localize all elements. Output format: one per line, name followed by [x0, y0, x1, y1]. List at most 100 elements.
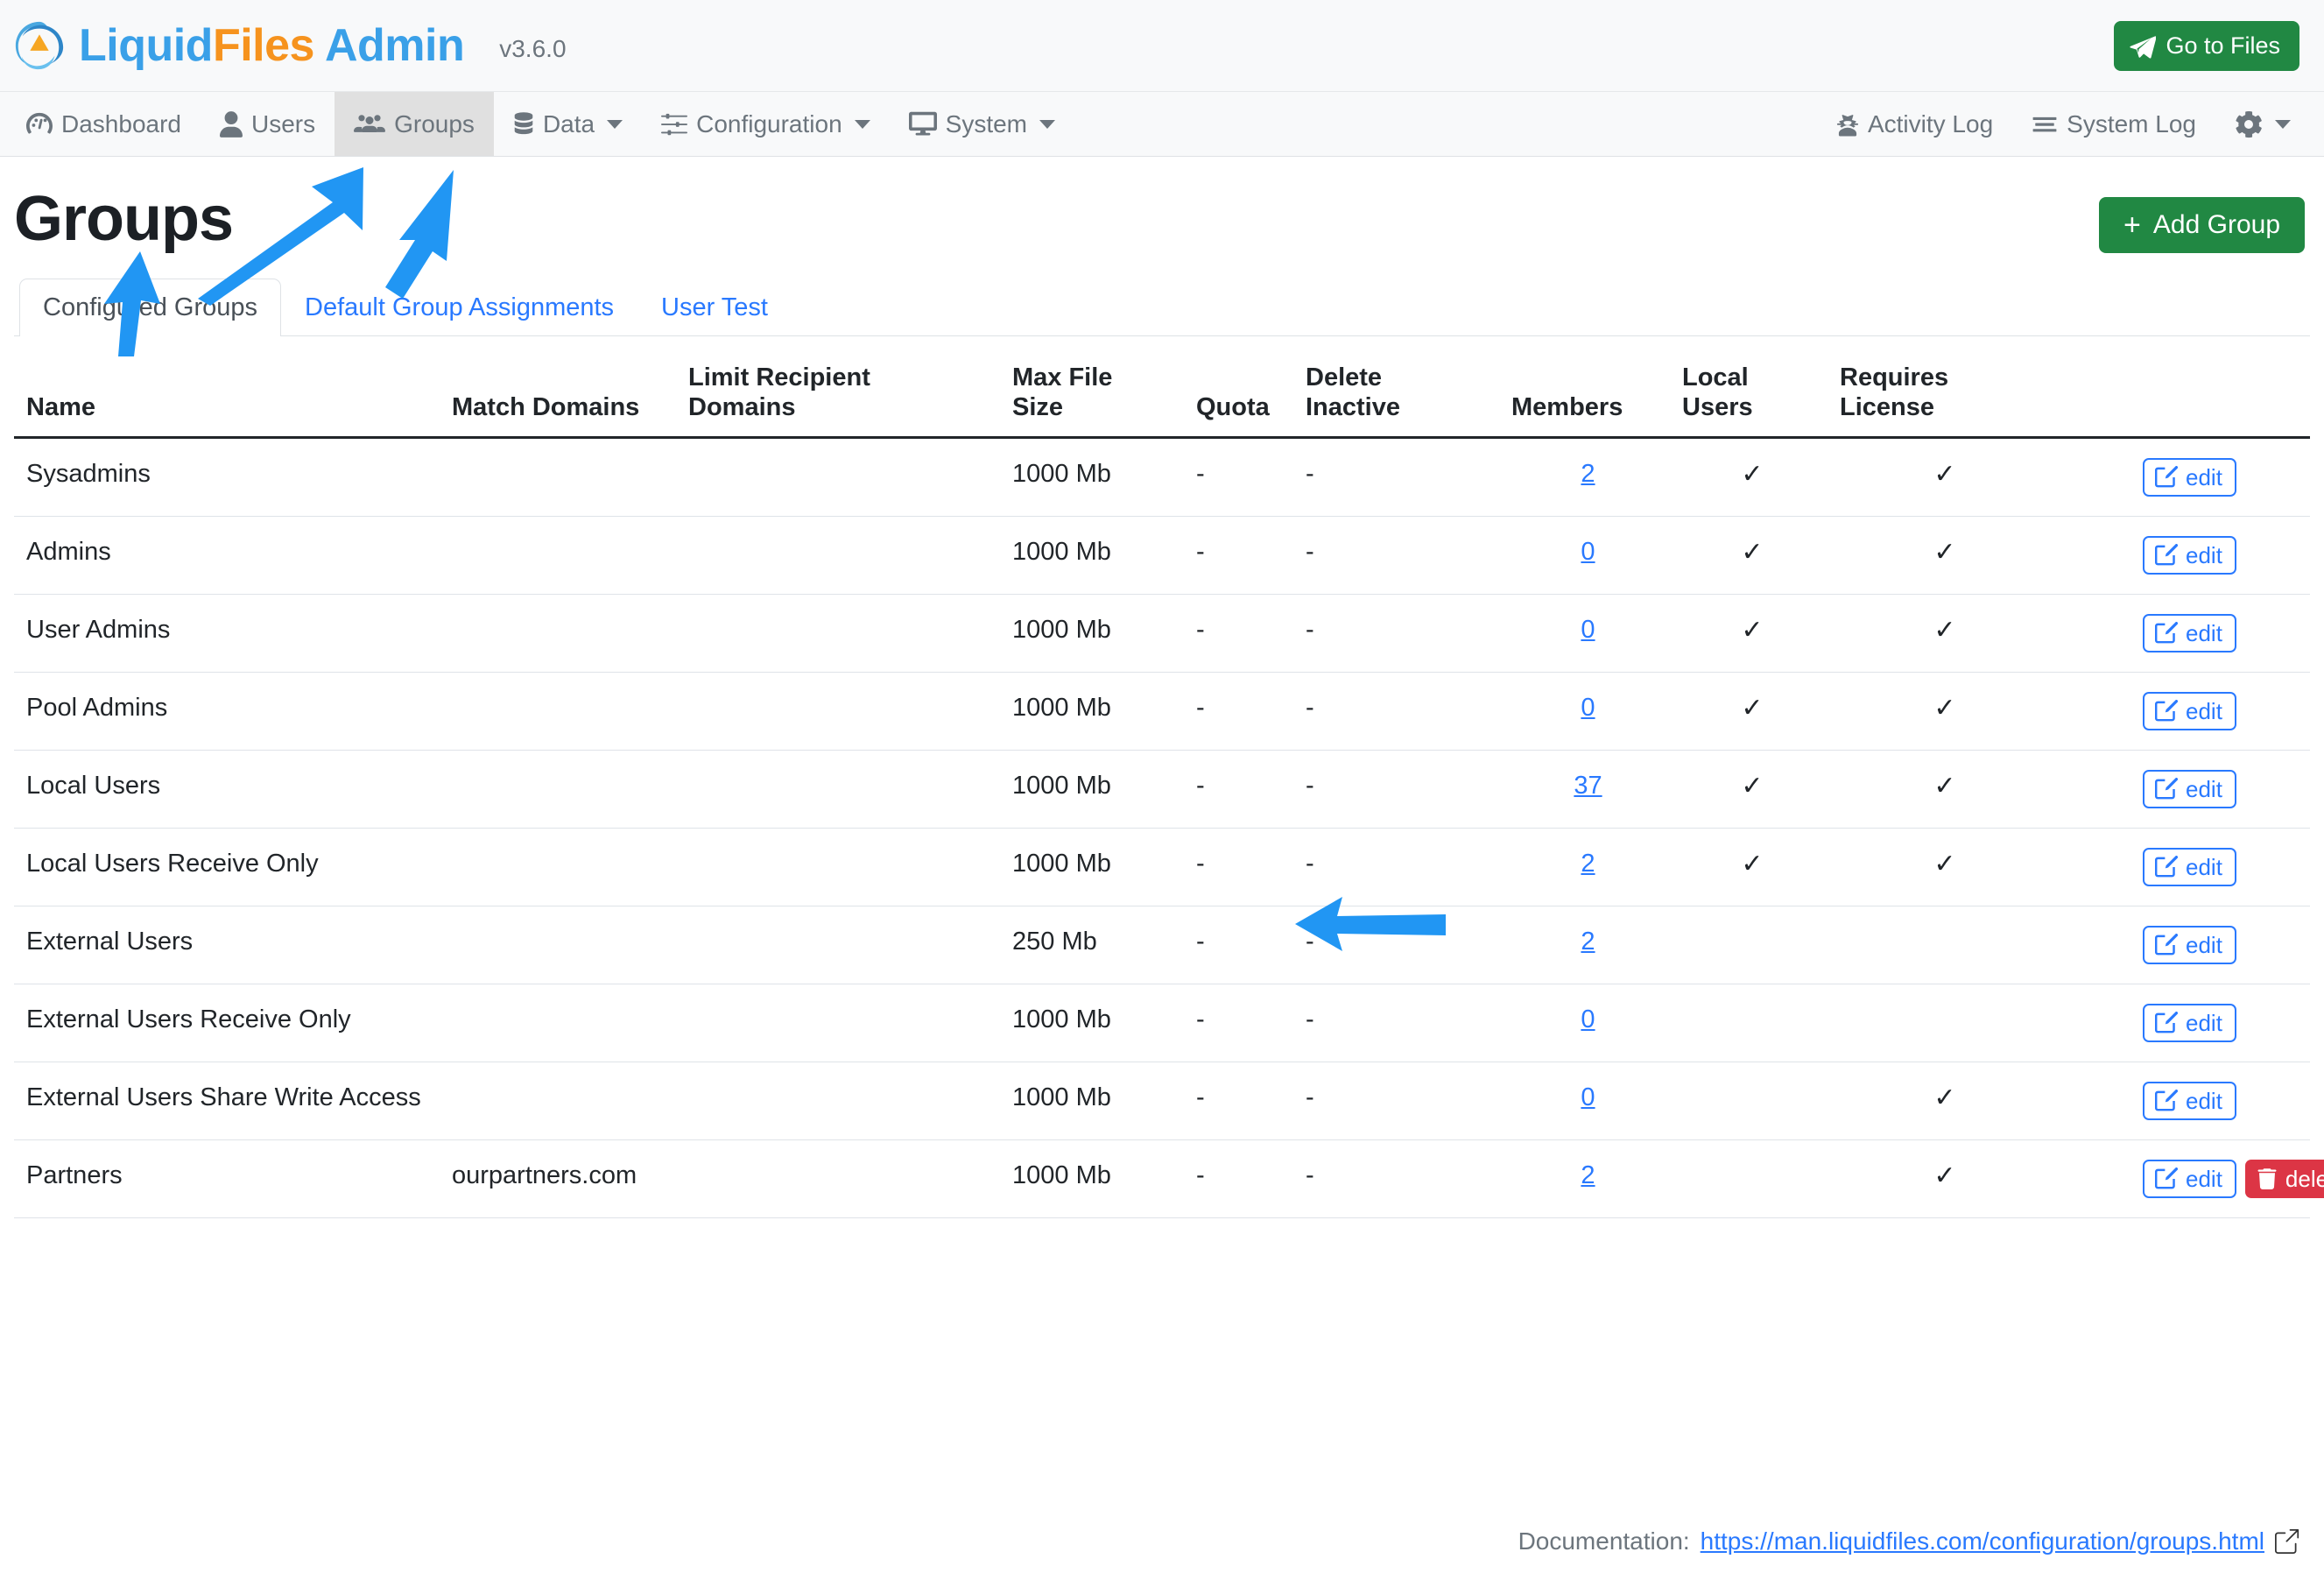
nav-item-activity-log[interactable]: Activity Log [1817, 92, 2012, 156]
members-count-link[interactable]: 37 [1574, 772, 1602, 800]
tab-default-group-assignments[interactable]: Default Group Assignments [281, 279, 637, 336]
members-count-link[interactable]: 0 [1581, 616, 1595, 644]
nav-item-system[interactable]: System [890, 92, 1074, 156]
pencil-square-icon [2155, 856, 2178, 878]
local-users-cell [1673, 1140, 1831, 1218]
members-cell: 0 [1503, 595, 1673, 673]
members-count-link[interactable]: 0 [1581, 1005, 1595, 1033]
col-header-name: Name [14, 336, 443, 438]
table-row: Partnersourpartners.com1000 Mb--2✓editde… [14, 1140, 2310, 1218]
local-users-cell: ✓ [1673, 829, 1831, 906]
col-header-limit-line2: Domains [688, 393, 795, 421]
documentation-label: Documentation: [1518, 1527, 1690, 1555]
group-name-cell: User Admins [14, 595, 443, 673]
groups-table: Name Match Domains Limit Recipient Domai… [14, 336, 2310, 1218]
edit-button-label: edit [2186, 1012, 2222, 1034]
members-count-link[interactable]: 2 [1581, 928, 1595, 956]
nav-item-data[interactable]: Data [494, 92, 642, 156]
limit-recipient-domains-cell [680, 595, 1004, 673]
members-cell: 2 [1503, 829, 1673, 906]
nav-item-system-log[interactable]: System Log [2012, 92, 2215, 156]
nav-item-users[interactable]: Users [201, 92, 335, 156]
tab-configured-groups[interactable]: Configured Groups [19, 279, 281, 336]
table-row: Sysadmins1000 Mb--2✓✓edit [14, 438, 2310, 517]
tab-default-group-assignments-label: Default Group Assignments [305, 293, 614, 321]
group-name-cell: External Users [14, 906, 443, 984]
delete-button[interactable]: delete [2245, 1160, 2324, 1198]
max-file-size-cell: 1000 Mb [1004, 1062, 1187, 1140]
edit-button[interactable]: edit [2143, 536, 2236, 575]
edit-button[interactable]: edit [2143, 770, 2236, 808]
group-name-cell: Admins [14, 517, 443, 595]
table-row: External Users Share Write Access 1000 Mb… [14, 1062, 2310, 1140]
edit-button[interactable]: edit [2143, 1160, 2236, 1198]
groups-table-head: Name Match Domains Limit Recipient Domai… [14, 336, 2310, 438]
row-actions: edit [2143, 926, 2301, 964]
tab-user-test[interactable]: User Test [637, 279, 792, 336]
members-count-link[interactable]: 0 [1581, 694, 1595, 722]
local-users-cell: ✓ [1673, 595, 1831, 673]
members-cell: 37 [1503, 751, 1673, 829]
max-file-size-cell: 1000 Mb [1004, 673, 1187, 751]
brand-title-files: Files [213, 20, 314, 71]
tab-configured-groups-label: Configured Groups [43, 293, 257, 321]
edit-button[interactable]: edit [2143, 848, 2236, 886]
row-actions-cell: edit [2059, 984, 2310, 1062]
pencil-square-icon [2155, 700, 2178, 723]
nav-item-groups-label: Groups [394, 110, 475, 138]
check-icon: ✓ [1933, 772, 1955, 801]
requires-license-cell: ✓ [1831, 1062, 2059, 1140]
documentation-link[interactable]: https://man.liquidfiles.com/configuratio… [1701, 1527, 2264, 1555]
nav-item-configuration[interactable]: Configuration [642, 92, 890, 156]
liquidfiles-logo-icon [12, 18, 67, 73]
col-header-license-line2: License [1840, 393, 1934, 421]
monitor-icon [909, 111, 937, 138]
col-header-localusers-line2: Users [1682, 393, 1753, 421]
local-users-cell: ✓ [1673, 751, 1831, 829]
requires-license-cell: ✓ [1831, 673, 2059, 751]
add-group-button[interactable]: + Add Group [2099, 197, 2305, 253]
delete-inactive-cell: - [1297, 595, 1503, 673]
match-domains-cell [443, 517, 680, 595]
row-actions-cell: editdelete [2059, 1140, 2310, 1218]
nav-item-system-label: System [946, 110, 1027, 138]
members-cell: 2 [1503, 1140, 1673, 1218]
row-actions: edit [2143, 614, 2301, 652]
edit-button[interactable]: edit [2143, 926, 2236, 964]
go-to-files-button[interactable]: Go to Files [2114, 21, 2299, 71]
members-count-link[interactable]: 2 [1581, 850, 1595, 878]
limit-recipient-domains-cell [680, 438, 1004, 517]
members-count-link[interactable]: 0 [1581, 1083, 1595, 1111]
members-cell: 0 [1503, 673, 1673, 751]
edit-button[interactable]: edit [2143, 692, 2236, 730]
delete-inactive-cell: - [1297, 829, 1503, 906]
brand-title-admin: Admin [314, 20, 464, 71]
check-icon: ✓ [1741, 772, 1763, 801]
pencil-square-icon [2155, 1167, 2178, 1190]
navbar-right-items: Activity Log System Log [1817, 92, 2310, 156]
external-link-icon[interactable] [2275, 1529, 2299, 1554]
pencil-square-icon [2155, 466, 2178, 489]
check-icon: ✓ [1933, 694, 1955, 723]
tab-user-test-label: User Test [661, 293, 768, 321]
col-header-quota: Quota [1187, 336, 1297, 438]
table-row: User Admins1000 Mb--0✓✓edit [14, 595, 2310, 673]
requires-license-cell [1831, 984, 2059, 1062]
check-icon: ✓ [1741, 460, 1763, 489]
delete-inactive-cell: - [1297, 517, 1503, 595]
row-actions-cell: edit [2059, 751, 2310, 829]
members-count-link[interactable]: 2 [1581, 1161, 1595, 1189]
edit-button[interactable]: edit [2143, 1082, 2236, 1120]
row-actions-cell: edit [2059, 673, 2310, 751]
nav-item-dashboard[interactable]: Dashboard [7, 92, 201, 156]
table-row: Admins1000 Mb--0✓✓edit [14, 517, 2310, 595]
members-count-link[interactable]: 2 [1581, 460, 1595, 488]
check-icon: ✓ [1933, 460, 1955, 489]
nav-item-groups[interactable]: Groups [335, 92, 494, 156]
group-name-cell: External Users Share Write Access [14, 1062, 443, 1140]
nav-item-settings[interactable] [2215, 92, 2310, 156]
edit-button[interactable]: edit [2143, 458, 2236, 497]
edit-button[interactable]: edit [2143, 1004, 2236, 1042]
members-count-link[interactable]: 0 [1581, 538, 1595, 566]
edit-button[interactable]: edit [2143, 614, 2236, 652]
